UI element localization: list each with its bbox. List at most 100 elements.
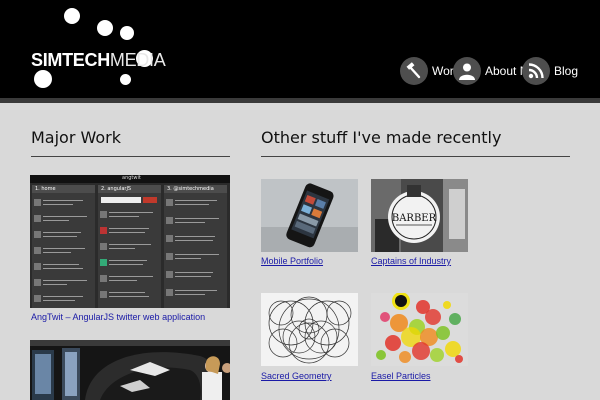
particles-canvas	[371, 293, 468, 366]
angtwit-search-box	[101, 197, 141, 203]
captains-of-industry-thumbnail[interactable]: BARBER	[371, 179, 468, 252]
text-line	[175, 204, 209, 205]
angtwit-tweet	[100, 289, 159, 302]
mobile-portfolio-thumbnail[interactable]	[261, 179, 358, 252]
angtwit-title: angtwit	[122, 175, 141, 181]
logo-text: SIMTECHMEDIA	[31, 50, 166, 71]
angtwit-tweet	[166, 215, 225, 228]
text-line	[175, 290, 217, 291]
angtwit-column: 1. home	[32, 185, 95, 308]
avatar	[166, 199, 173, 206]
angtwit-tweet	[100, 273, 159, 286]
text-line	[109, 276, 153, 277]
angtwit-tweet	[100, 241, 159, 254]
motorsport-photo-thumbnail[interactable]	[30, 340, 230, 400]
angtwit-column-header: 3. @simtechmedia	[164, 185, 227, 193]
barber-sign-photo: BARBER	[371, 179, 468, 252]
text-line	[43, 264, 79, 265]
easel-particles-link[interactable]: Easel Particles	[371, 371, 431, 381]
avatar	[100, 259, 107, 266]
angtwit-column-title: 1. home	[35, 186, 56, 192]
angtwit-link[interactable]: AngTwit – AngularJS twitter web applicat…	[31, 312, 205, 322]
avatar	[166, 271, 173, 278]
angtwit-tweet	[100, 225, 159, 238]
text-line	[43, 300, 75, 301]
text-line	[175, 240, 213, 241]
avatar	[100, 291, 107, 298]
angtwit-tweet	[166, 233, 225, 246]
avatar	[166, 253, 173, 260]
text-line	[175, 222, 205, 223]
nav-blog[interactable]: Blog	[522, 56, 578, 86]
angtwit-column-title: 2. angularJS	[101, 186, 132, 192]
other-stuff-rule	[261, 156, 570, 157]
text-line	[109, 216, 139, 217]
logo-dot	[64, 8, 80, 24]
text-line	[109, 264, 143, 265]
captains-of-industry-link[interactable]: Captains of Industry	[371, 256, 451, 266]
text-line	[43, 216, 87, 217]
avatar	[100, 243, 107, 250]
logo-dot	[34, 70, 52, 88]
angtwit-column-header: 2. angularJS	[98, 185, 161, 193]
circles-drawing	[261, 293, 358, 366]
logo-dot	[120, 26, 134, 40]
easel-particles-thumbnail[interactable]	[371, 293, 468, 366]
nav-blog-label: Blog	[554, 64, 579, 78]
text-line	[109, 296, 149, 297]
angtwit-tweet	[34, 213, 93, 226]
logo-dot	[120, 74, 131, 85]
text-line	[175, 236, 215, 237]
logo-text-light: MEDIA	[109, 50, 166, 70]
text-line	[175, 272, 213, 273]
nav-work[interactable]: Work	[400, 56, 460, 86]
angtwit-tweet	[34, 261, 93, 274]
other-stuff-heading: Other stuff I've made recently	[261, 128, 502, 147]
angtwit-tweet	[34, 245, 93, 258]
text-line	[43, 204, 73, 205]
angtwit-tweet	[34, 277, 93, 290]
text-line	[43, 252, 71, 253]
text-line	[43, 284, 67, 285]
avatar	[34, 263, 41, 270]
avatar	[100, 211, 107, 218]
sacred-geometry-link[interactable]: Sacred Geometry	[261, 371, 332, 381]
angtwit-search-button	[143, 197, 157, 203]
person-icon	[453, 57, 481, 85]
barber-sign-text: BARBER	[392, 213, 437, 224]
avatar	[34, 295, 41, 302]
text-line	[109, 212, 153, 213]
avatar	[166, 217, 173, 224]
angtwit-tweet	[34, 293, 93, 306]
text-line	[175, 294, 205, 295]
text-line	[175, 276, 211, 277]
avatar	[166, 235, 173, 242]
mobile-portfolio-link[interactable]: Mobile Portfolio	[261, 256, 323, 266]
angtwit-tweet	[166, 287, 225, 300]
major-work-rule	[31, 156, 230, 157]
text-line	[109, 280, 137, 281]
avatar	[34, 231, 41, 238]
avatar	[34, 247, 41, 254]
header-divider	[0, 98, 600, 103]
text-line	[175, 200, 217, 201]
text-line	[43, 236, 77, 237]
angtwit-thumbnail[interactable]: angtwit 1. home 2. angularJS 3. @simtech…	[30, 175, 230, 308]
major-work-heading: Major Work	[31, 128, 122, 147]
text-line	[43, 248, 85, 249]
angtwit-tweet	[100, 209, 159, 222]
sacred-geometry-thumbnail[interactable]	[261, 293, 358, 366]
text-line	[43, 296, 83, 297]
angtwit-tweet	[100, 257, 159, 270]
avatar	[100, 275, 107, 282]
avatar	[34, 279, 41, 286]
phone-photo	[261, 179, 358, 252]
text-line	[109, 232, 145, 233]
text-line	[109, 292, 145, 293]
logo-dot	[97, 20, 113, 36]
avatar	[34, 199, 41, 206]
avatar	[100, 227, 107, 234]
text-line	[109, 248, 135, 249]
text-line	[175, 254, 219, 255]
site-header: SIMTECHMEDIA Work About Me Blog	[0, 0, 600, 102]
